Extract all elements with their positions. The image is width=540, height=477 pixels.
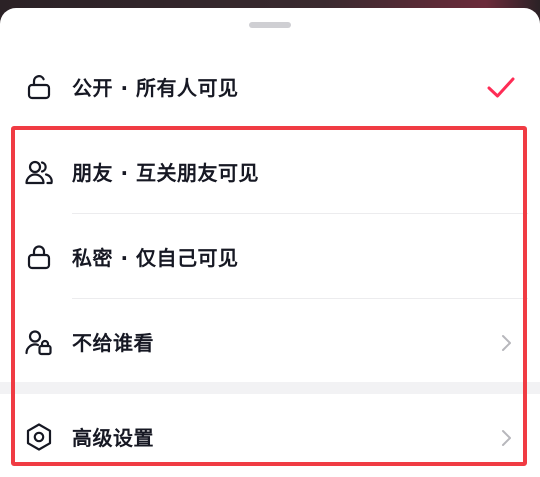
option-public[interactable]: 公开 · 所有人可见 [0, 46, 540, 130]
friends-icon [25, 160, 53, 185]
option-hide-from-label: 不给谁看 [72, 331, 154, 355]
option-advanced-settings[interactable]: 高级设置 [0, 396, 540, 477]
divider [72, 213, 528, 214]
chevron-right-icon [502, 335, 511, 351]
drag-handle[interactable] [249, 22, 291, 28]
checkmark-icon [487, 77, 515, 98]
divider [72, 298, 528, 299]
option-private[interactable]: 私密 · 仅自己可见 [0, 216, 540, 300]
lock-icon [27, 245, 51, 270]
option-friends-label: 朋友 · 互关朋友可见 [72, 161, 260, 185]
user-lock-icon [25, 330, 52, 356]
unlock-icon [27, 75, 51, 100]
chevron-right-icon [502, 430, 511, 446]
section-separator [0, 382, 540, 394]
hexagon-settings-icon [26, 423, 52, 451]
visibility-bottom-sheet: 公开 · 所有人可见 朋友 · 互关朋友可见 私密 · 仅自己可见 不给谁看 高… [0, 8, 540, 477]
option-private-label: 私密 · 仅自己可见 [72, 246, 239, 270]
option-public-label: 公开 · 所有人可见 [72, 76, 239, 100]
option-advanced-settings-label: 高级设置 [72, 426, 154, 450]
option-friends[interactable]: 朋友 · 互关朋友可见 [0, 131, 540, 215]
option-hide-from[interactable]: 不给谁看 [0, 301, 540, 385]
